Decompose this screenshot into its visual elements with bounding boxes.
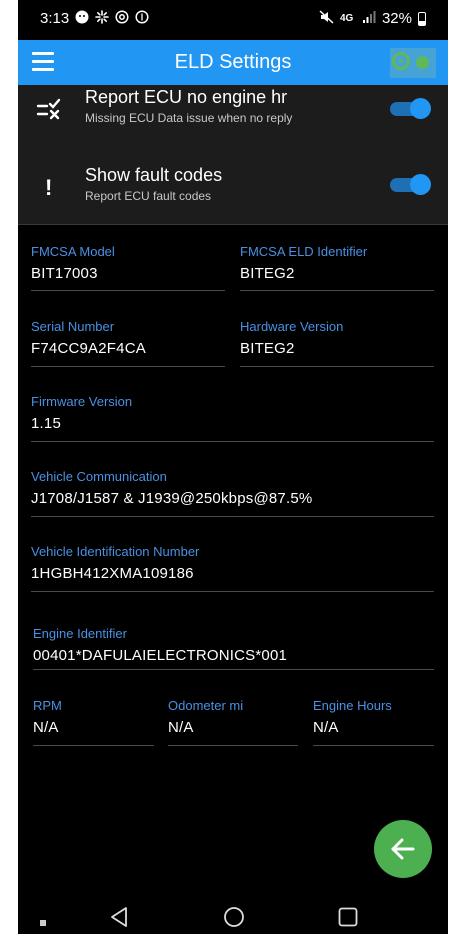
- status-bar-left: 3:13: [40, 10, 149, 27]
- engine-identifier-field: Engine Identifier 00401*DAFULAIELECTRONI…: [33, 626, 434, 670]
- sparkle-icon: [95, 10, 110, 27]
- setting-subtitle: Report ECU fault codes: [85, 189, 212, 203]
- field-label: Hardware Version: [240, 319, 344, 334]
- field-underline: [31, 441, 434, 442]
- setting-show-fault-codes[interactable]: ! Show fault codes Report ECU fault code…: [18, 163, 448, 223]
- field-label: Firmware Version: [31, 394, 133, 409]
- vehicle-communication-field: Vehicle Communication J1708/J1587 & J193…: [31, 469, 434, 517]
- battery-icon: [418, 11, 426, 26]
- field-label: Engine Identifier: [33, 626, 127, 641]
- field-value: BIT17003: [31, 265, 98, 282]
- arrow-left-icon: [389, 835, 417, 868]
- field-underline: [31, 290, 225, 291]
- status-bar: 3:13 4G 32%: [18, 0, 448, 40]
- field-value: 1HGBH412XMA109186: [31, 565, 194, 582]
- field-underline: [33, 745, 154, 746]
- field-underline: [31, 516, 434, 517]
- firmware-version-field: Firmware Version 1.15: [31, 394, 434, 442]
- app-screen: 3:13 4G 32% ELD Settings Report ECU no e…: [18, 0, 448, 934]
- settings-list: Report ECU no engine hr Missing ECU Data…: [18, 85, 448, 225]
- svg-text:4G: 4G: [340, 13, 354, 24]
- field-label: RPM: [33, 698, 62, 713]
- field-label: Engine Hours: [313, 698, 392, 713]
- fmcsa-eld-identifier-field: FMCSA ELD Identifier BITEG2: [240, 244, 434, 291]
- show-fault-codes-toggle[interactable]: [390, 173, 431, 195]
- rpm-field: RPM N/A: [33, 698, 154, 746]
- engine-hours-field: Engine Hours N/A: [313, 698, 434, 746]
- field-underline: [31, 591, 434, 592]
- connection-status-icon[interactable]: [390, 48, 436, 78]
- back-icon[interactable]: [109, 906, 129, 933]
- field-value: 1.15: [31, 415, 61, 432]
- field-value: N/A: [168, 719, 194, 736]
- field-underline: [240, 366, 434, 367]
- setting-subtitle: Missing ECU Data issue when no reply: [85, 111, 293, 125]
- field-label: Serial Number: [31, 319, 115, 334]
- mute-icon: [319, 10, 334, 27]
- section-divider: [18, 224, 448, 225]
- home-icon[interactable]: [223, 906, 245, 933]
- odometer-field: Odometer mi N/A: [168, 698, 298, 746]
- bitmoji-icon: [75, 10, 89, 27]
- setting-title: Report ECU no engine hr: [85, 87, 288, 107]
- field-label: FMCSA Model: [31, 244, 115, 259]
- field-value: N/A: [313, 719, 339, 736]
- field-label: Vehicle Communication: [31, 469, 167, 484]
- field-value: 00401*DAFULAIELECTRONICS*001: [33, 647, 288, 664]
- field-label: Vehicle Identification Number: [31, 544, 200, 559]
- overview-icon[interactable]: [338, 907, 358, 932]
- battery-percent: 32%: [381, 10, 412, 27]
- hardware-version-field: Hardware Version BITEG2: [240, 319, 434, 367]
- status-bar-right: 4G 32%: [319, 10, 426, 27]
- field-underline: [33, 669, 434, 670]
- setting-title: Show fault codes: [85, 165, 223, 185]
- field-value: F74CC9A2F4CA: [31, 340, 146, 357]
- field-underline: [240, 290, 434, 291]
- recent-apps-icon[interactable]: [40, 913, 46, 931]
- field-value: N/A: [33, 719, 59, 736]
- 4g-icon: 4G: [340, 10, 356, 27]
- at-icon: [115, 10, 129, 27]
- signal-icon: [362, 10, 376, 27]
- field-value: J1708/J1587 & J1939@250kbps@87.5%: [31, 490, 313, 507]
- field-value: BITEG2: [240, 340, 295, 357]
- field-underline: [31, 366, 225, 367]
- report-ecu-toggle[interactable]: [390, 97, 431, 119]
- fmcsa-model-field: FMCSA Model BIT17003: [31, 244, 225, 291]
- serial-number-field: Serial Number F74CC9A2F4CA: [31, 319, 225, 367]
- system-nav-bar: [18, 896, 448, 934]
- field-underline: [168, 745, 298, 746]
- app-bar: ELD Settings: [18, 40, 448, 85]
- setting-report-ecu-no-engine-hr[interactable]: Report ECU no engine hr Missing ECU Data…: [18, 85, 448, 145]
- exclamation-icon: !: [45, 175, 53, 200]
- field-value: BITEG2: [240, 265, 295, 282]
- field-underline: [313, 745, 434, 746]
- field-label: Odometer mi: [168, 698, 244, 713]
- page-title: ELD Settings: [174, 51, 292, 73]
- vin-field: Vehicle Identification Number 1HGBH412XM…: [31, 544, 434, 592]
- dollar-icon: [135, 10, 149, 27]
- field-label: FMCSA ELD Identifier: [240, 244, 368, 259]
- ecu-toggle-icon: [36, 97, 62, 126]
- clock: 3:13: [40, 10, 70, 27]
- back-fab-button[interactable]: [374, 820, 432, 878]
